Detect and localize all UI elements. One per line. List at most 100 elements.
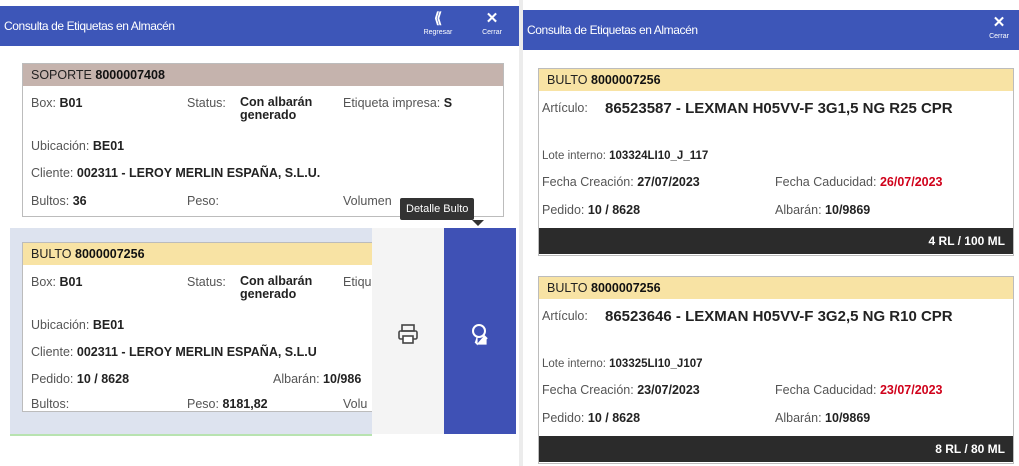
field-value: B01 xyxy=(59,275,83,289)
field-label: Peso: xyxy=(187,194,219,208)
field-label: SOPORTE xyxy=(31,68,92,82)
field-value: 23/07/2023 xyxy=(879,383,943,397)
field-value: S xyxy=(443,96,453,110)
bulto-swipe-row[interactable]: BULTO 8000007256 Box: B01 Status: Con al… xyxy=(10,228,372,436)
field-row: Pedido: 10 / 8628 xyxy=(542,203,640,217)
soporte-header: SOPORTE 8000007408 xyxy=(23,64,503,86)
bulto-detail-card[interactable]: BULTO 8000007256 Artículo: 86523646 - LE… xyxy=(538,276,1014,464)
field-value: 8000007256 xyxy=(75,247,145,261)
field-label: Status: xyxy=(187,275,226,289)
field-row: Volumen xyxy=(343,194,392,208)
field-value: 10 / 8628 xyxy=(587,203,641,217)
close-button[interactable]: ✕ Cerrar xyxy=(474,10,510,37)
field-value: 23/07/2023 xyxy=(637,383,700,397)
package-search-icon xyxy=(472,324,488,346)
printer-icon xyxy=(398,324,418,344)
field-row: Con albarán generado xyxy=(240,96,340,122)
field-value: 10 / 8628 xyxy=(587,411,641,425)
articulo-value: 86523587 - LEXMAN H05VV-F 3G1,5 NG R25 C… xyxy=(605,100,953,117)
field-row: Cliente: 002311 - LEROY MERLIN ESPAÑA, S… xyxy=(31,166,320,180)
field-row: Pedido: 10 / 8628 xyxy=(31,372,129,386)
field-row: Etiqu xyxy=(343,275,372,289)
field-row: Fecha Creación: 23/07/2023 xyxy=(542,383,700,397)
field-label: Status: xyxy=(187,96,226,110)
close-button[interactable]: ✕ Cerrar xyxy=(981,14,1017,41)
detalle-bulto-tooltip: Detalle Bulto xyxy=(400,198,485,226)
field-row: Status: xyxy=(187,96,226,110)
field-label: Cliente: xyxy=(31,166,74,180)
field-row: Etiqueta impresa: S xyxy=(343,96,452,110)
quantity-bar: 4 RL / 100 ML xyxy=(539,228,1013,254)
detalle-bulto-button[interactable] xyxy=(444,228,516,434)
field-label: Albarán: xyxy=(775,411,822,425)
field-row: Artículo: xyxy=(542,309,588,323)
field-label: Lote interno: xyxy=(542,150,606,162)
field-row: Artículo: xyxy=(542,101,588,115)
page-title: Consulta de Etiquetas en Almacén xyxy=(527,23,698,37)
left-panel: Consulta de Etiquetas en Almacén ⟪ Regre… xyxy=(0,0,519,466)
bulto-header: BULTO 8000007256 xyxy=(539,69,1013,91)
field-label: Ubicación: xyxy=(31,139,90,153)
field-label: Fecha Creación: xyxy=(542,383,634,397)
field-value: Con albarán generado xyxy=(240,274,313,301)
field-label: BULTO xyxy=(547,281,588,295)
articulo-value: 86523646 - LEXMAN H05VV-F 3G2,5 NG R10 C… xyxy=(605,308,953,325)
print-action-button[interactable] xyxy=(372,228,444,434)
field-row: Peso: xyxy=(187,194,219,208)
field-value: 8000007408 xyxy=(95,68,165,82)
bulto-header: BULTO 8000007256 xyxy=(539,277,1013,299)
field-value: 10 / 8628 xyxy=(76,372,130,386)
field-row: Fecha Caducidad: 23/07/2023 xyxy=(775,383,943,397)
field-row: Pedido: 10 / 8628 xyxy=(542,411,640,425)
field-value: 10/9869 xyxy=(825,411,871,425)
field-label: Artículo: xyxy=(542,309,588,323)
page-title: Consulta de Etiquetas en Almacén xyxy=(4,19,175,33)
bulto-detail-card[interactable]: BULTO 8000007256 Artículo: 86523587 - LE… xyxy=(538,68,1014,256)
close-icon: ✕ xyxy=(992,14,1006,31)
back-label: Regresar xyxy=(423,29,453,36)
field-row: Box: B01 xyxy=(31,275,82,289)
field-label: Cliente: xyxy=(31,345,74,359)
field-value: 002311 - LEROY MERLIN ESPAÑA, S.L.U xyxy=(76,345,317,359)
field-value: 26/07/2023 xyxy=(879,175,943,189)
field-row: Lote interno: 103325LI10_J107 xyxy=(542,358,703,370)
quantity-bar: 8 RL / 80 ML xyxy=(539,436,1013,462)
right-panel: Consulta de Etiquetas en Almacén ✕ Cerra… xyxy=(523,0,1019,466)
field-label: Lote interno: xyxy=(542,358,606,370)
field-label: Bultos: xyxy=(31,397,70,411)
field-label: Etiqu xyxy=(343,275,372,289)
field-row: Ubicación: BE01 xyxy=(31,139,124,153)
field-label: Fecha Creación: xyxy=(542,175,634,189)
field-value: BE01 xyxy=(92,318,125,332)
field-label: Albarán: xyxy=(273,372,320,386)
field-label: Fecha Caducidad: xyxy=(775,383,877,397)
field-value: 8181,82 xyxy=(222,397,268,411)
field-row: Box: B01 xyxy=(31,96,82,110)
field-label: Volu xyxy=(343,397,368,411)
field-label: Ubicación: xyxy=(31,318,90,332)
field-label: Albarán: xyxy=(775,203,822,217)
field-value: 103324LI10_J_117 xyxy=(609,150,709,162)
field-value: Con albarán generado xyxy=(240,95,313,122)
field-value: 103325LI10_J107 xyxy=(609,358,703,370)
field-value: 10/986 xyxy=(323,372,362,386)
header-bar: Consulta de Etiquetas en Almacén ⟪ Regre… xyxy=(0,6,519,46)
field-value: 27/07/2023 xyxy=(637,175,700,189)
close-label: Cerrar xyxy=(482,29,502,36)
field-value: 10/9869 xyxy=(825,203,871,217)
field-value: 8000007256 xyxy=(591,73,661,87)
soporte-card[interactable]: SOPORTE 8000007408 Box: B01 Status: Con … xyxy=(22,63,504,217)
back-button[interactable]: ⟪ Regresar xyxy=(418,10,458,37)
field-row: Albarán: 10/986 xyxy=(273,372,361,386)
bulto-header: BULTO 8000007256 xyxy=(23,243,372,265)
field-row: Lote interno: 103324LI10_J_117 xyxy=(542,150,708,162)
field-value: BE01 xyxy=(92,139,125,153)
field-value: 36 xyxy=(72,194,87,208)
bulto-card[interactable]: BULTO 8000007256 Box: B01 Status: Con al… xyxy=(22,242,372,412)
field-row: Fecha Creación: 27/07/2023 xyxy=(542,175,700,189)
back-icon: ⟪ xyxy=(433,10,443,27)
field-row: Albarán: 10/9869 xyxy=(775,411,870,425)
field-label: Box: xyxy=(31,275,57,289)
field-row: Cliente: 002311 - LEROY MERLIN ESPAÑA, S… xyxy=(31,345,317,359)
close-label: Cerrar xyxy=(989,33,1009,40)
